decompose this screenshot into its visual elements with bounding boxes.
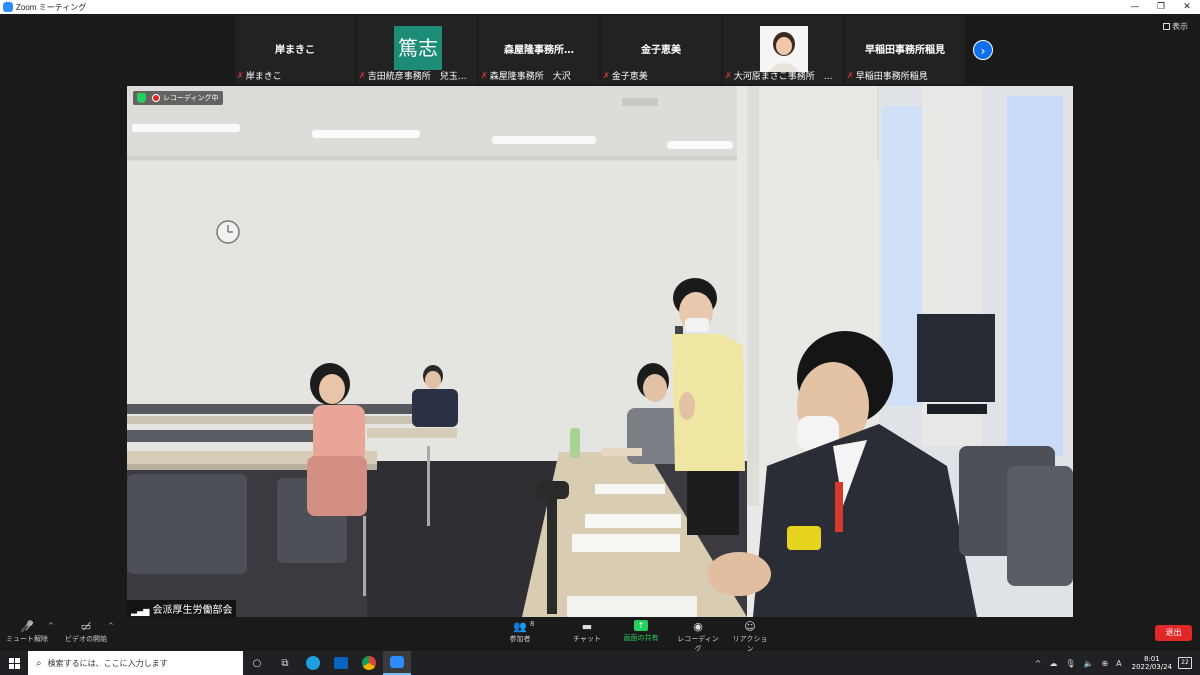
leave-meeting-button[interactable]: 退出	[1155, 625, 1192, 641]
record-button[interactable]: ◉ レコーディング	[676, 620, 720, 654]
participants-label: 参加者	[509, 635, 531, 643]
taskbar-clock[interactable]: 8:01 2022/03/24	[1132, 655, 1172, 671]
record-icon: ◉	[693, 620, 703, 633]
participant-avatar-text: 篤志	[394, 26, 442, 70]
audio-options-caret-icon[interactable]: ^	[48, 622, 54, 630]
participant-center-name: 森屋隆事務所…	[504, 45, 574, 56]
participant-strip: 岸まきこ ✗ 岸まきこ 篤志 ✗ 吉田統彦事務所 兒玉… 森屋隆事務所… ✗ 森屋隆事…	[0, 14, 1200, 84]
outlook-icon[interactable]	[327, 651, 355, 675]
participant-center-name: 岸まきこ	[275, 45, 315, 56]
participant-center-name: 早稲田事務所稲見	[865, 45, 945, 56]
task-view-icon[interactable]: ⧉	[271, 651, 299, 675]
participant-thumbnail[interactable]: 早稲田事務所稲見 ✗ 早稲田事務所稲見	[845, 16, 965, 84]
participant-thumbnail[interactable]: 金子恵美 ✗ 金子恵美	[601, 16, 721, 84]
participant-label: 大河原まさこ事務所 …	[733, 72, 833, 82]
onedrive-cloud-icon[interactable]: ☁	[1049, 659, 1057, 668]
share-screen-button[interactable]: ↑ 画面の共有	[620, 620, 662, 643]
windows-logo-icon	[8, 657, 20, 669]
reaction-smiley-icon: ☺	[744, 620, 756, 633]
search-placeholder: 検索するには、ここに入力します	[47, 658, 168, 668]
chat-button[interactable]: ▬ チャット	[573, 620, 601, 644]
speaker-name-tag: ▂▄▆ 会派厚生労働部会	[127, 600, 237, 617]
view-label: 表示	[1172, 22, 1188, 31]
participant-profile-photo	[760, 26, 808, 72]
mic-muted-icon: ✗	[725, 70, 732, 80]
share-screen-arrow-icon: ↑	[634, 620, 648, 631]
zoom-window: Zoom ミーティング — ❐ ✕ 岸まきこ ✗ 岸まきこ 篤志 ✗ 吉田統彦事務所…	[0, 0, 1200, 675]
system-tray: ^ ☁ 🎙 🔈 ⊕ A 8:01 2022/03/24 22	[1031, 651, 1200, 675]
chrome-icon[interactable]	[355, 651, 383, 675]
mic-muted-icon: ✗	[481, 70, 488, 80]
participant-center-name: 金子恵美	[641, 45, 681, 56]
recording-status-text: レコーディング中	[163, 94, 219, 102]
clock-time: 8:01	[1143, 655, 1160, 663]
grid-view-icon	[1163, 23, 1170, 30]
zoom-app-icon	[3, 2, 13, 12]
windows-taskbar: ⌕ 検索するには、ここに入力します ○ ⧉ ^ ☁ 🎙 🔈 ⊕ A 8:01 2…	[0, 651, 1200, 675]
chat-bubble-icon: ▬	[581, 620, 593, 633]
start-button[interactable]	[0, 651, 28, 675]
speaker-name: 会派厚生労働部会	[152, 605, 233, 616]
security-shield-icon	[137, 93, 146, 103]
clock-date: 2022/03/24	[1131, 663, 1172, 671]
next-page-chevron-icon[interactable]: ›	[973, 40, 993, 60]
volume-icon[interactable]: 🔈	[1083, 659, 1093, 668]
recording-indicator[interactable]: レコーディング中	[133, 91, 223, 105]
network-globe-icon[interactable]: ⊕	[1101, 659, 1108, 668]
share-screen-label: 画面の共有	[623, 634, 659, 642]
window-controls: — ❐ ✕	[1122, 0, 1200, 14]
zoom-taskbar-icon[interactable]	[383, 651, 411, 675]
notification-center-icon[interactable]: 22	[1178, 657, 1192, 669]
restore-button[interactable]: ❐	[1148, 0, 1174, 14]
edge-browser-icon[interactable]	[299, 651, 327, 675]
video-options-caret-icon[interactable]: ^	[108, 622, 114, 630]
minimize-button[interactable]: —	[1122, 0, 1148, 14]
meeting-room-scene	[127, 86, 1073, 617]
start-video-button[interactable]: ▭̸ ビデオの開始 ^	[64, 620, 114, 644]
participant-label: 早稲田事務所稲見	[855, 72, 928, 82]
mic-muted-icon: ✗	[359, 70, 366, 80]
window-title: Zoom ミーティング	[16, 2, 87, 12]
participant-label: 吉田統彦事務所 兒玉…	[367, 72, 467, 82]
participant-thumbnail[interactable]: 岸まきこ ✗ 岸まきこ	[235, 16, 355, 84]
chat-label: チャット	[573, 635, 601, 643]
participant-count: 8	[530, 620, 535, 628]
start-video-label: ビデオの開始	[65, 635, 107, 643]
participants-button[interactable]: 👥 8 参加者	[506, 620, 535, 644]
meeting-controls-toolbar: 🎤̸ ミュート解除 ^ ▭̸ ビデオの開始 ^ 👥 8 参加者 ▬ チャット ↑…	[0, 617, 1200, 654]
reactions-button[interactable]: ☺ リアクション	[730, 620, 770, 654]
video-camera-off-icon: ▭̸	[80, 620, 92, 633]
title-bar: Zoom ミーティング — ❐ ✕	[0, 0, 1200, 14]
main-video-feed: レコーディング中 ▂▄▆ 会派厚生労働部会	[127, 86, 1073, 617]
tray-overflow-chevron-icon[interactable]: ^	[1035, 659, 1042, 668]
unmute-button[interactable]: 🎤̸ ミュート解除 ^	[6, 620, 54, 644]
cortana-icon[interactable]: ○	[243, 651, 271, 675]
signal-strength-icon: ▂▄▆	[131, 607, 150, 616]
mic-muted-icon: ✗	[603, 70, 610, 80]
participant-label: 森屋隆事務所 大沢	[489, 72, 571, 82]
participant-thumbnail[interactable]: ✗ 大河原まさこ事務所 …	[723, 16, 843, 84]
view-button[interactable]: 表示	[1163, 21, 1188, 32]
participant-thumbnail[interactable]: 森屋隆事務所… ✗ 森屋隆事務所 大沢	[479, 16, 599, 84]
taskbar-search-box[interactable]: ⌕ 検索するには、ここに入力します	[28, 651, 243, 675]
search-icon: ⌕	[36, 657, 42, 669]
mic-muted-icon: ✗	[847, 70, 854, 80]
participant-thumbnail[interactable]: 篤志 ✗ 吉田統彦事務所 兒玉…	[357, 16, 477, 84]
participant-label: 岸まきこ	[245, 72, 282, 82]
ime-indicator[interactable]: A	[1116, 659, 1121, 668]
recording-dot-icon	[152, 94, 160, 102]
participant-label: 金子恵美	[611, 72, 648, 82]
mic-muted-icon: ✗	[237, 70, 244, 80]
unmute-label: ミュート解除	[6, 635, 48, 643]
microphone-icon[interactable]: 🎙	[1065, 659, 1075, 668]
close-button[interactable]: ✕	[1174, 0, 1200, 14]
microphone-muted-icon: 🎤̸	[20, 620, 34, 633]
